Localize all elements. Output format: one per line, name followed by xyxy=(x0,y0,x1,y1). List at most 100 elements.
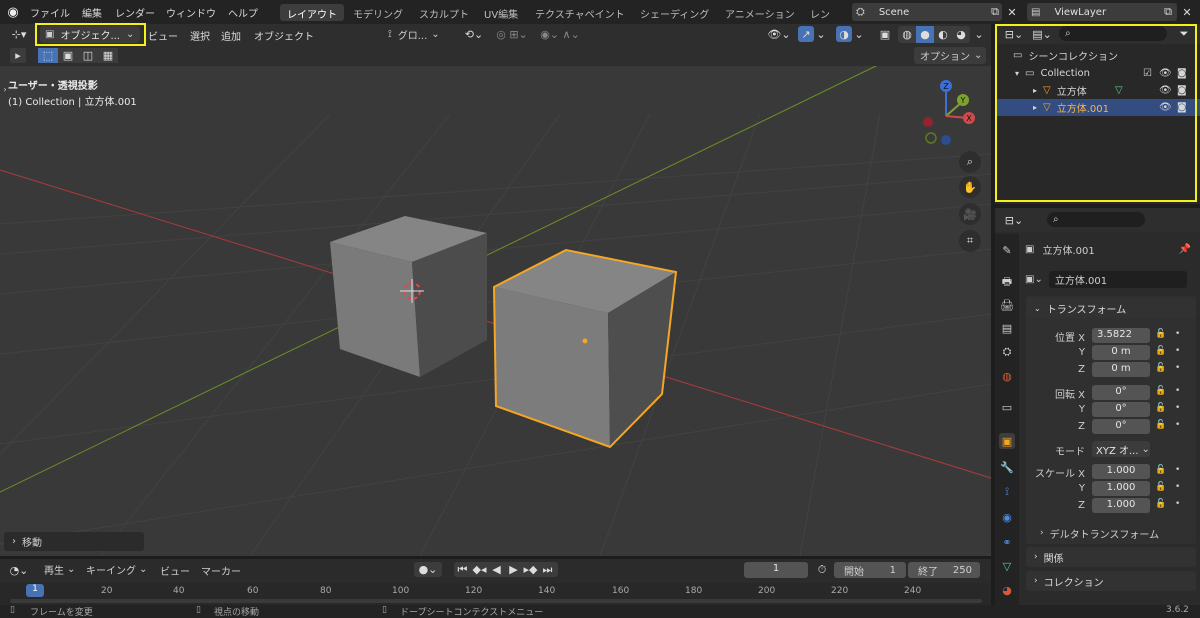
object-name-field[interactable]: ▣⌄ 立方体.001 xyxy=(1025,271,1195,288)
lock-location-x-icon[interactable]: 🔓 xyxy=(1155,329,1166,339)
keying-menu[interactable]: キーイング ⌄ xyxy=(86,562,147,577)
xray-icon[interactable]: ▣ xyxy=(877,27,893,42)
tool-tab-icon[interactable]: ✎ xyxy=(999,242,1015,258)
perspective-grid-icon[interactable]: ⌗ xyxy=(959,230,981,252)
keyframe-dot-icon[interactable]: • xyxy=(1175,482,1180,492)
menu-help[interactable]: ヘルプ xyxy=(228,5,258,20)
jump-start-icon[interactable]: ⏮ xyxy=(454,563,471,577)
next-keyframe-icon[interactable]: ▸◆ xyxy=(522,563,539,576)
end-frame-field[interactable]: 終了 250 xyxy=(908,562,980,578)
scene-selector[interactable]: ⛭ Scene xyxy=(852,3,1002,21)
collection-tab-icon[interactable]: ▭ xyxy=(999,399,1015,415)
eye-icon[interactable]: 👁 xyxy=(1159,102,1172,113)
output-tab-icon[interactable]: 🖨 xyxy=(999,297,1015,313)
keyframe-dot-icon[interactable]: • xyxy=(1175,420,1180,430)
wireframe-shading-icon[interactable]: ◍ xyxy=(898,28,916,41)
playback-menu[interactable]: 再生 ⌄ xyxy=(44,562,75,577)
camera-render-icon[interactable]: ◙ xyxy=(1177,68,1187,79)
visibility-icon[interactable]: 👁⌄ xyxy=(766,27,792,42)
mesh-data-icon[interactable]: ▽ xyxy=(1115,85,1123,96)
render-tab-icon[interactable]: 🖶 xyxy=(999,274,1015,290)
rotation-z-field[interactable]: 0° xyxy=(1092,419,1150,434)
select-subtract-icon[interactable]: ◫ xyxy=(78,48,98,63)
outliner-search-input[interactable]: ⌕ xyxy=(1059,26,1167,41)
play-reverse-icon[interactable]: ◀ xyxy=(488,563,505,576)
checkbox-icon[interactable]: ☑ xyxy=(1143,68,1152,79)
keyframe-dot-icon[interactable]: • xyxy=(1175,499,1180,509)
keyframe-dot-icon[interactable]: • xyxy=(1175,329,1180,339)
tab-layout[interactable]: レイアウト xyxy=(280,4,344,21)
overlays-icon[interactable]: ◑ xyxy=(836,26,852,42)
duplicate-viewlayer-icon[interactable]: ⧉ xyxy=(1160,4,1176,20)
toolbar-expand-icon[interactable]: › xyxy=(2,84,8,94)
delete-scene-icon[interactable]: ✕ xyxy=(1005,4,1019,20)
tab-animation[interactable]: アニメーション xyxy=(718,4,802,21)
data-tab-icon[interactable]: ▽ xyxy=(999,558,1015,574)
timeline-marker-menu[interactable]: マーカー xyxy=(201,563,241,578)
viewlayer-selector[interactable]: ▤ ViewLayer xyxy=(1027,3,1177,21)
lock-scale-y-icon[interactable]: 🔓 xyxy=(1155,482,1166,492)
lock-location-y-icon[interactable]: 🔓 xyxy=(1155,346,1166,356)
object-name-input[interactable]: 立方体.001 xyxy=(1048,271,1187,288)
pivot-point-icon[interactable]: ⟲⌄ xyxy=(462,27,486,42)
proportional-edit-icon[interactable]: ◉⌄ ∧⌄ xyxy=(540,27,580,42)
gizmo-neg-z-icon[interactable] xyxy=(941,135,951,145)
delta-transform-subpanel[interactable]: › デルタトランスフォーム xyxy=(1040,524,1190,542)
scale-z-field[interactable]: 1.000 xyxy=(1092,498,1150,513)
chevron-down-icon[interactable]: ⌄ xyxy=(974,27,984,42)
physics-tab-icon[interactable]: ◉ xyxy=(999,509,1015,525)
display-mode-icon[interactable]: ▤⌄ xyxy=(1031,27,1053,41)
lock-rotation-x-icon[interactable]: 🔓 xyxy=(1155,386,1166,396)
rotation-x-field[interactable]: 0° xyxy=(1092,385,1150,400)
tab-shading[interactable]: シェーディング xyxy=(633,4,716,21)
select-intersect-icon[interactable]: ▦ xyxy=(98,48,118,63)
lock-rotation-z-icon[interactable]: 🔓 xyxy=(1155,420,1166,430)
relations-panel-header[interactable]: › 関係 xyxy=(1026,547,1196,567)
particles-tab-icon[interactable]: ⟟ xyxy=(999,484,1015,500)
pin-icon[interactable]: 📌 xyxy=(1179,244,1191,255)
jump-end-icon[interactable]: ⏭ xyxy=(539,563,556,577)
location-y-field[interactable]: 0 m xyxy=(1092,345,1150,360)
timeline-view-menu[interactable]: ビュー xyxy=(160,563,190,578)
menu-object[interactable]: オブジェクト xyxy=(254,28,314,43)
menu-window[interactable]: ウィンドウ xyxy=(166,5,216,20)
camera-icon[interactable]: 🎥 xyxy=(959,203,981,225)
snap-icon[interactable]: ◎ ⊞⌄ xyxy=(492,27,532,42)
outliner-item-cube[interactable]: ▸ ▽ 立方体 ▽ 👁 ◙ xyxy=(995,82,1200,99)
lock-scale-x-icon[interactable]: 🔓 xyxy=(1155,465,1166,475)
properties-search-input[interactable]: ⌕ xyxy=(1047,212,1145,227)
location-x-field[interactable]: 3.5822 xyxy=(1092,328,1150,343)
modifier-tab-icon[interactable]: 🔧 xyxy=(999,459,1015,475)
select-new-icon[interactable]: ⬚ xyxy=(38,48,58,63)
chevron-right-icon[interactable]: ▸ xyxy=(1033,86,1037,95)
solid-shading-icon[interactable]: ● xyxy=(916,26,934,43)
outliner-collection[interactable]: ▾ ▭ Collection ☑ 👁 ◙ xyxy=(995,65,1200,82)
material-shading-icon[interactable]: ◐ xyxy=(934,28,952,41)
zoom-icon[interactable]: ⌕ xyxy=(959,151,981,173)
constraints-tab-icon[interactable]: ⚭ xyxy=(999,534,1015,550)
timeline-editor-icon[interactable]: ◔⌄ xyxy=(8,563,30,577)
outliner-scene-collection[interactable]: ▭ シーンコレクション xyxy=(995,47,1200,64)
duplicate-scene-icon[interactable]: ⧉ xyxy=(987,4,1003,20)
menu-edit[interactable]: 編集 xyxy=(82,5,102,20)
view-layer-tab-icon[interactable]: ▤ xyxy=(999,320,1015,336)
play-icon[interactable]: ▶ xyxy=(505,563,522,576)
chevron-down-icon[interactable]: ⌄ xyxy=(854,27,864,42)
menu-render[interactable]: レンダー xyxy=(115,5,155,20)
keyframe-dot-icon[interactable]: • xyxy=(1175,465,1180,475)
eye-icon[interactable]: 👁 xyxy=(1159,85,1172,96)
editor-type-icon[interactable]: ⊹▾ xyxy=(8,27,30,42)
start-frame-field[interactable]: 開始 1 xyxy=(834,562,906,578)
select-tool-icon[interactable]: ▸ xyxy=(10,48,26,63)
keyframe-dot-icon[interactable]: • xyxy=(1175,363,1180,373)
gizmo-toggle-icon[interactable]: ↗ xyxy=(798,26,814,42)
tab-texture-paint[interactable]: テクスチャペイント xyxy=(528,4,632,21)
outliner-item-cube-001[interactable]: ▸ ▽ 立方体.001 👁 ◙ xyxy=(995,99,1200,116)
options-dropdown[interactable]: オプション ⌄ xyxy=(914,47,986,64)
playhead[interactable]: 1 xyxy=(26,584,44,597)
eye-icon[interactable]: 👁 xyxy=(1159,68,1172,79)
tab-uv-editing[interactable]: UV編集 xyxy=(477,4,525,21)
delete-viewlayer-icon[interactable]: ✕ xyxy=(1180,4,1194,20)
chevron-down-icon[interactable]: ⌄ xyxy=(816,27,826,42)
cube-001-object[interactable] xyxy=(492,248,678,449)
